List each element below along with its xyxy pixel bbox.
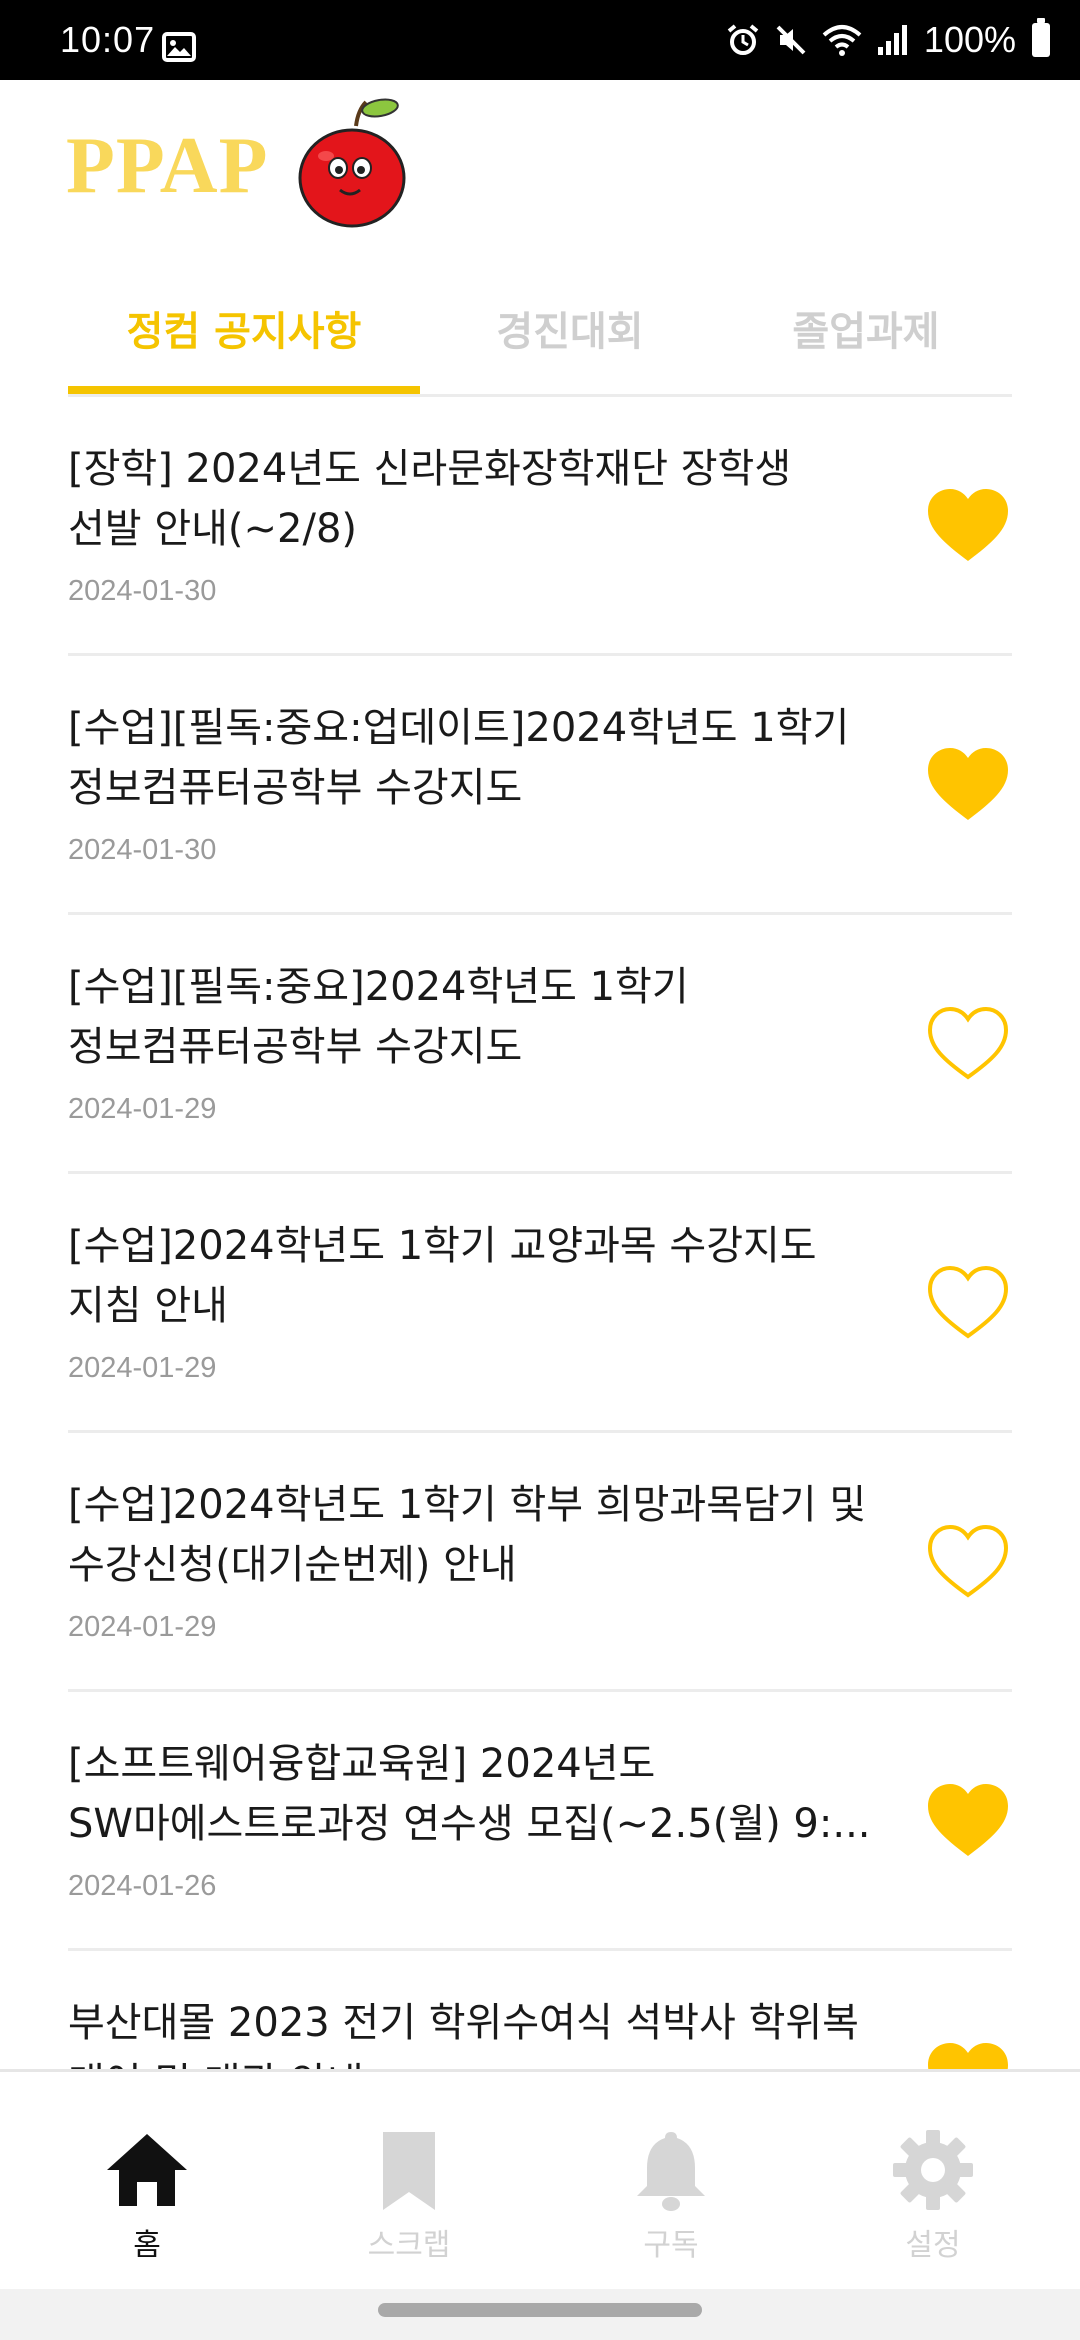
notice-title: 부산대몰 2023 전기 학위수여식 석박사 학위복대여 및 대관 안내 [68, 1993, 908, 2069]
notice-title-line2: 정보컴퓨터공학부 수강지도 [68, 765, 523, 811]
notice-title: [수업]2024학년도 1학기 교양과목 수강지도지침 안내 [68, 1216, 908, 1336]
nav-home[interactable]: 홈 [12, 2072, 282, 2292]
bookmark-icon [383, 2132, 435, 2210]
nav-home-label: 홈 [133, 2228, 161, 2263]
notice-title-line1: [소프트웨어융합교육원] 2024년도 [68, 1741, 656, 1787]
status-bar: 10:07 100% [0, 0, 1080, 80]
nav-subscribe-label: 구독 [643, 2228, 699, 2263]
signal-icon [877, 25, 907, 55]
heart-outline-icon[interactable] [924, 1521, 1012, 1601]
heart-outline-icon[interactable] [924, 1262, 1012, 1342]
heart-filled-icon[interactable] [924, 485, 1012, 565]
heart-filled-icon[interactable] [924, 2039, 1012, 2069]
notice-title: [장학] 2024년도 신라문화장학재단 장학생선발 안내(~2/8) [68, 439, 908, 559]
notice-title-line1: [수업]2024학년도 1학기 학부 희망과목담기 및 [68, 1482, 867, 1528]
category-tabs: 정컴 공지사항 경진대회 졸업과제 [68, 278, 1012, 396]
gear-icon [893, 2130, 973, 2210]
notice-title-line2: 수강신청(대기순번제) 안내 [68, 1542, 517, 1588]
notice-title: [수업]2024학년도 1학기 학부 희망과목담기 및수강신청(대기순번제) 안… [68, 1475, 908, 1595]
notice-title: [수업][필독:중요:업데이트]2024학년도 1학기정보컴퓨터공학부 수강지도 [68, 698, 908, 818]
nav-scrap[interactable]: 스크랩 [274, 2072, 544, 2292]
notice-title-line2: 대여 및 대관 안내 [68, 2053, 908, 2069]
nav-settings-label: 설정 [905, 2228, 961, 2263]
notice-item[interactable]: [수업]2024학년도 1학기 학부 희망과목담기 및수강신청(대기순번제) 안… [68, 1433, 1012, 1692]
notice-title-line1: [수업][필독:중요]2024학년도 1학기 [68, 964, 689, 1010]
gesture-handle[interactable] [378, 2303, 702, 2317]
notice-title: [소프트웨어융합교육원] 2024년도 SW마에스트로과정 연수생 모집(~2.5… [68, 1734, 908, 1854]
notice-title-line1: 부산대몰 2023 전기 학위수여식 석박사 학위복 [68, 2000, 859, 2046]
notice-item[interactable]: [수업]2024학년도 1학기 교양과목 수강지도지침 안내 2024-01-29 [68, 1174, 1012, 1433]
wifi-icon [822, 25, 862, 56]
notice-list[interactable]: [장학] 2024년도 신라문화장학재단 장학생선발 안내(~2/8) 2024-… [68, 397, 1012, 2069]
notice-date: 2024-01-29 [68, 1352, 217, 1384]
notice-title-line2: 정보컴퓨터공학부 수강지도 [68, 1024, 523, 1070]
notice-date: 2024-01-30 [68, 834, 217, 866]
notice-date: 2024-01-29 [68, 1093, 217, 1125]
alarm-icon [727, 24, 759, 55]
notice-date: 2024-01-26 [68, 1870, 217, 1902]
notice-title: [수업][필독:중요]2024학년도 1학기정보컴퓨터공학부 수강지도 [68, 957, 908, 1077]
notice-title-line1: [수업]2024학년도 1학기 교양과목 수강지도 [68, 1223, 817, 1269]
heart-filled-icon[interactable] [924, 744, 1012, 824]
notice-item[interactable]: [장학] 2024년도 신라문화장학재단 장학생선발 안내(~2/8) 2024-… [68, 397, 1012, 656]
bell-icon [637, 2132, 705, 2211]
nav-settings[interactable]: 설정 [798, 2072, 1068, 2292]
notice-title-line2: 선발 안내(~2/8) [68, 506, 358, 552]
gesture-navigation-area [0, 2289, 1080, 2340]
battery-icon [1032, 18, 1050, 57]
status-time: 10:07 [60, 19, 156, 60]
heart-filled-icon[interactable] [924, 1780, 1012, 1860]
notice-title-line1: [장학] 2024년도 신라문화장학재단 장학생 [68, 446, 792, 492]
tab-competitions[interactable]: 경진대회 [420, 278, 720, 378]
nav-subscribe[interactable]: 구독 [536, 2072, 806, 2292]
notice-item[interactable]: 부산대몰 2023 전기 학위수여식 석박사 학위복대여 및 대관 안내 [68, 1951, 1012, 2069]
notice-title-line1: [수업][필독:중요:업데이트]2024학년도 1학기 [68, 705, 850, 751]
battery-percent: 100% [923, 19, 1016, 60]
heart-outline-icon[interactable] [924, 1003, 1012, 1083]
nav-scrap-label: 스크랩 [367, 2228, 451, 2263]
notice-title-line2: 지침 안내 [68, 1283, 228, 1329]
notice-title-line2: SW마에스트로과정 연수생 모집(~2.5(월) 9:... [68, 1801, 871, 1847]
home-icon [107, 2134, 187, 2206]
apple-mascot-icon [298, 98, 406, 228]
notice-item[interactable]: [수업][필독:중요:업데이트]2024학년도 1학기정보컴퓨터공학부 수강지도… [68, 656, 1012, 915]
tab-graduation-projects[interactable]: 졸업과제 [720, 278, 1012, 378]
notice-date: 2024-01-30 [68, 575, 217, 607]
image-icon [162, 32, 196, 62]
bottom-navigation: 홈 스크랩 구독 설정 [0, 2069, 1080, 2289]
app-logo-text: PPAP [66, 122, 269, 210]
notice-item[interactable]: [소프트웨어융합교육원] 2024년도 SW마에스트로과정 연수생 모집(~2.5… [68, 1692, 1012, 1951]
notice-date: 2024-01-29 [68, 1611, 217, 1643]
tab-cse-notices[interactable]: 정컴 공지사항 [68, 278, 420, 378]
notice-item[interactable]: [수업][필독:중요]2024학년도 1학기정보컴퓨터공학부 수강지도 2024-… [68, 915, 1012, 1174]
mute-icon [776, 25, 806, 55]
